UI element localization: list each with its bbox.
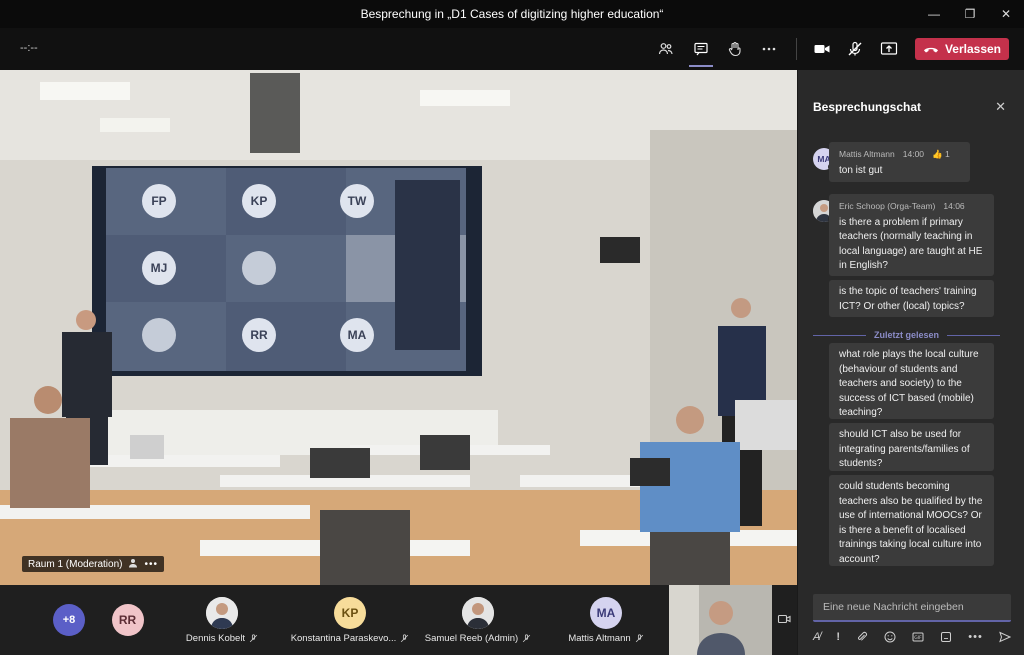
participant-name: Dennis Kobelt [185,632,246,644]
svg-text:GIF: GIF [915,635,923,641]
more-participants-badge[interactable]: +8 [53,604,85,636]
chat-message: Mattis Altmann 14:00 👍 1 ton ist gut [829,142,970,182]
participant-photo [206,596,238,629]
meeting-timer: --:-- [20,42,38,54]
mic-off-icon[interactable] [845,39,865,59]
more-options-icon[interactable]: ••• [144,559,158,570]
chat-message: could students becoming teachers also be… [829,475,994,566]
chat-message: what role plays the local culture (behav… [829,343,994,419]
wall-avatar: TW [340,184,374,218]
participant-tile[interactable]: KP Konstantina Paraskevo... [286,585,414,655]
last-read-divider: Zuletzt gelesen [813,328,1001,342]
self-video-preview[interactable] [669,585,772,655]
mic-off-icon [249,633,258,642]
participant-avatar: KP [334,596,366,629]
message-compose-input[interactable]: Eine neue Nachricht eingeben [813,594,1011,622]
main-video: FP KP TW MJ RR MA [0,70,797,585]
important-icon[interactable]: ! [836,631,840,643]
compose-toolbar: A̸ ! GIF ••• [813,627,1011,647]
wall-avatar: RR [242,318,276,352]
wall-avatar: FP [142,184,176,218]
chat-title: Besprechungschat [813,100,922,114]
message-author: Mattis Altmann [839,149,895,159]
compose-placeholder: Eine neue Nachricht eingeben [823,601,964,613]
title-bar: Besprechung in „D1 Cases of digitizing h… [0,0,1024,28]
room-name: Raum 1 (Moderation) [28,558,123,570]
swap-camera-icon[interactable] [777,612,791,631]
wall-screen-grid: FP KP TW MJ RR MA [106,168,466,371]
chat-message: should ICT also be used for integrating … [829,423,994,471]
meeting-chat-panel: Besprechungschat ✕ MA Mattis Altmann 14:0… [797,70,1024,655]
room-label: Raum 1 (Moderation) ••• [22,556,164,572]
raise-hand-icon[interactable] [725,39,745,59]
divider-line [947,334,1001,336]
close-window-icon[interactable]: ✕ [988,0,1024,28]
toolbar-separator [796,38,797,60]
meeting-toolbar: --:-- Verlassen [0,28,1024,70]
participants-icon[interactable] [656,39,676,59]
message-time: 14:00 [902,149,925,159]
chat-message: is the topic of teachers' training ICT? … [829,280,994,317]
last-read-label: Zuletzt gelesen [874,330,940,340]
attach-icon[interactable] [856,631,868,643]
window-title: Besprechung in „D1 Cases of digitizing h… [360,7,664,21]
restore-icon[interactable]: ❐ [952,0,988,28]
participant-tile[interactable]: MA Mattis Altmann [542,585,670,655]
message-text: is the topic of teachers' training ICT? … [839,286,977,312]
participant-tile[interactable]: RR [100,585,155,655]
emoji-icon[interactable] [884,631,896,643]
hang-up-icon [923,47,938,53]
reaction[interactable]: 👍 1 [932,147,950,162]
participant-tile[interactable]: Dennis Kobelt [158,585,286,655]
close-chat-icon[interactable]: ✕ [995,99,1006,115]
window-controls: — ❐ ✕ [916,0,1024,28]
wall-avatar-photo [142,318,176,352]
gif-icon[interactable]: GIF [912,631,924,643]
participant-tile[interactable]: Samuel Reeb (Admin) [414,585,542,655]
mic-off-icon [401,633,409,642]
minimize-icon[interactable]: — [916,0,952,28]
chat-message: Eric Schoop (Orga-Team) 14:06 is there a … [829,194,994,276]
participant-strip: +8 RR Dennis Kobelt KP Konstantina Paras… [0,585,797,655]
wall-avatar-photo [242,251,276,285]
send-icon[interactable] [999,631,1011,643]
message-text: is there a problem if primary teachers (… [839,216,983,272]
message-text: could students becoming teachers also be… [839,481,983,565]
divider-line [813,334,866,336]
participant-name: Mattis Altmann [568,632,631,644]
leave-button[interactable]: Verlassen [915,38,1009,60]
wall-avatar: KP [242,184,276,218]
presenter-icon [128,558,138,571]
wall-avatar: MJ [142,251,176,285]
more-compose-options-icon[interactable]: ••• [968,631,983,643]
sticker-icon[interactable] [940,631,952,643]
chat-icon[interactable] [689,39,713,67]
mic-off-icon [523,633,531,642]
message-time: 14:06 [943,201,965,211]
more-icon[interactable] [759,39,779,59]
format-icon[interactable]: A̸ [813,631,820,643]
message-text: what role plays the local culture (behav… [839,349,979,418]
message-author: Eric Schoop (Orga-Team) [839,201,936,211]
thumbs-up-icon: 👍 [932,149,943,159]
message-text: should ICT also be used for integrating … [839,429,970,469]
share-screen-icon[interactable] [879,39,899,59]
wall-avatar: MA [340,318,374,352]
participant-avatar: RR [111,604,144,636]
participant-name: Konstantina Paraskevo... [290,632,397,644]
participant-photo [462,596,494,629]
mic-off-icon [635,633,643,642]
camera-icon[interactable] [812,39,832,59]
participant-name: Samuel Reeb (Admin) [424,632,519,644]
participant-avatar: MA [590,596,622,629]
leave-label: Verlassen [944,42,1002,56]
message-text: ton ist gut [839,164,883,176]
